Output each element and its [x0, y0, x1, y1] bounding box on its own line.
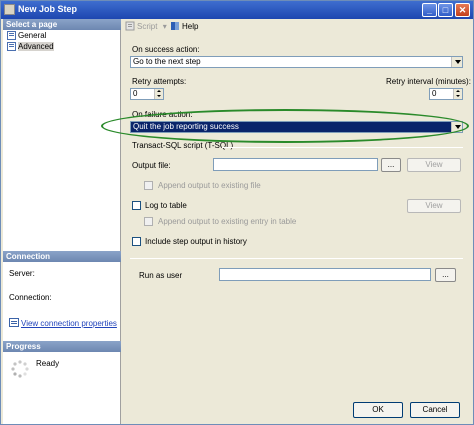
tsql-separator [222, 147, 463, 148]
on-success-label: On success action: [132, 45, 200, 54]
on-failure-dropdown-arrow-icon[interactable] [451, 122, 462, 132]
output-file-view-button[interactable]: View [407, 158, 461, 172]
minimize-button[interactable]: _ [422, 3, 437, 17]
script-button[interactable]: Script ▾ [125, 21, 167, 32]
new-job-step-dialog: New Job Step _ □ ✕ Select a page General… [0, 0, 474, 425]
window-title: New Job Step [18, 4, 78, 14]
script-label: Script [137, 22, 158, 31]
run-as-label: Run as user [139, 271, 183, 280]
on-success-dropdown[interactable]: Go to the next step [130, 56, 463, 68]
output-file-input[interactable] [213, 158, 378, 171]
view-connection-properties-text[interactable]: View connection properties [21, 319, 117, 328]
connection-header: Connection [3, 251, 121, 262]
cancel-button[interactable]: Cancel [410, 402, 460, 418]
maximize-button[interactable]: □ [438, 3, 453, 17]
output-file-browse-button[interactable]: ... [381, 158, 401, 172]
progress-spinner-icon [11, 360, 29, 378]
run-as-separator [130, 258, 463, 259]
server-label: Server: [9, 269, 35, 278]
connection-label: Connection: [9, 293, 52, 302]
left-pane: Select a page General Advanced Connectio… [3, 19, 121, 424]
tsql-section-header: Transact-SQL script (T-SQL) [132, 141, 234, 150]
log-to-table-label: Log to table [145, 201, 187, 210]
help-button[interactable]: Help [170, 21, 198, 32]
append-output-label: Append output to existing file [158, 181, 261, 190]
title-bar[interactable]: New Job Step _ □ ✕ [1, 1, 473, 19]
retry-attempts-input[interactable]: 0 [130, 88, 164, 100]
output-file-label: Output file: [132, 161, 171, 170]
help-label: Help [182, 22, 199, 31]
retry-interval-label: Retry interval (minutes): [386, 77, 471, 86]
script-icon [125, 21, 135, 31]
retry-attempts-value: 0 [133, 89, 138, 98]
page-item-advanced[interactable]: Advanced [6, 41, 54, 52]
retry-attempts-spinner-icon[interactable] [154, 89, 163, 99]
on-success-dropdown-arrow-icon[interactable] [451, 57, 462, 67]
include-history-checkbox[interactable] [132, 237, 141, 246]
advanced-page-panel: On success action: Go to the next step R… [122, 34, 471, 397]
include-history-label: Include step output in history [145, 237, 247, 246]
log-to-table-checkbox[interactable] [132, 201, 141, 210]
page-label: Advanced [18, 42, 54, 51]
close-button[interactable]: ✕ [455, 3, 470, 17]
retry-interval-value: 0 [432, 89, 437, 98]
on-failure-dropdown[interactable]: Quit the job reporting success [130, 121, 463, 133]
page-label: General [18, 31, 47, 40]
script-dropdown-icon[interactable]: ▾ [163, 22, 167, 31]
help-icon [171, 22, 179, 30]
connection-properties-icon [9, 318, 19, 327]
on-success-value: Go to the next step [133, 57, 201, 66]
retry-interval-spinner-icon[interactable] [453, 89, 462, 99]
log-table-view-button[interactable]: View [407, 199, 461, 213]
page-item-general[interactable]: General [6, 30, 46, 41]
append-entry-checkbox[interactable] [144, 217, 153, 226]
progress-status: Ready [36, 359, 60, 368]
append-entry-label: Append output to existing entry in table [158, 217, 297, 226]
run-as-input[interactable] [219, 268, 431, 281]
run-as-browse-button[interactable]: ... [435, 268, 456, 282]
page-icon [6, 41, 16, 51]
page-icon [6, 30, 16, 40]
on-failure-label: On failure action: [132, 110, 193, 119]
on-failure-value: Quit the job reporting success [133, 122, 239, 131]
select-page-header: Select a page [3, 19, 121, 30]
ok-button[interactable]: OK [353, 402, 403, 418]
progress-header: Progress [3, 341, 121, 352]
retry-interval-input[interactable]: 0 [429, 88, 463, 100]
retry-attempts-label: Retry attempts: [132, 77, 187, 86]
append-output-checkbox[interactable] [144, 181, 153, 190]
view-connection-link[interactable]: View connection properties [9, 318, 117, 329]
toolbar: Script ▾ Help [122, 19, 473, 33]
window-icon [4, 4, 15, 15]
